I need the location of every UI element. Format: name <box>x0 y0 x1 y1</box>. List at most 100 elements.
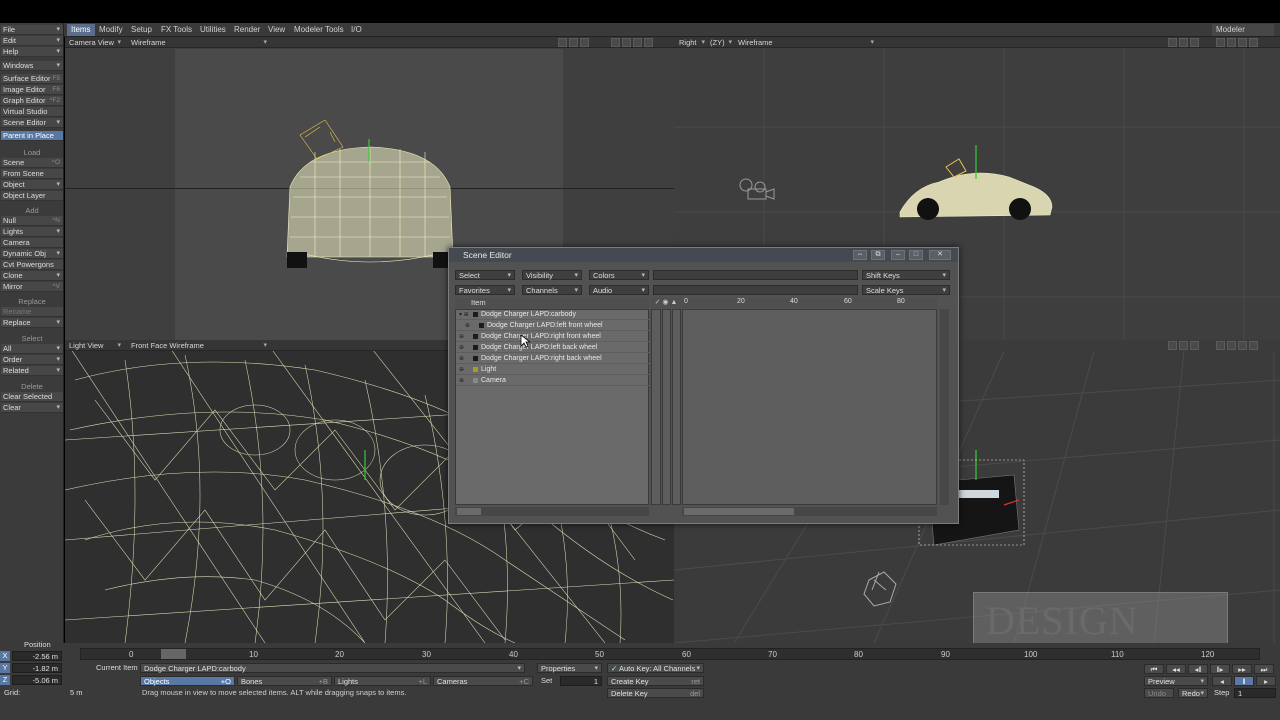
dopesheet-area[interactable] <box>682 309 937 505</box>
scene-editor-titlebar[interactable]: Scene Editor ⇔ ⧉ – □ ✕ <box>449 248 958 262</box>
move-view-icon[interactable] <box>1216 38 1225 47</box>
replace-button[interactable]: Replace <box>1 318 63 328</box>
select-order-button[interactable]: Order <box>1 355 63 365</box>
lock-column[interactable] <box>672 309 681 505</box>
tab-io[interactable]: I/O <box>347 24 366 36</box>
delete-key-button[interactable]: Delete Key del <box>607 688 704 698</box>
view-type-dropdown-light[interactable]: Light View <box>67 341 123 350</box>
frame-icon[interactable] <box>1190 341 1199 350</box>
scale-keys-dropdown[interactable]: Scale Keys <box>862 285 950 296</box>
tab-setup[interactable]: Setup <box>127 24 156 36</box>
cvt-powergons-button[interactable]: Cvt Powergons <box>1 260 63 270</box>
eye-icon[interactable] <box>1168 341 1177 350</box>
tab-utilities[interactable]: Utilities <box>196 24 230 36</box>
item-column-header[interactable]: Item <box>455 298 649 308</box>
checkbox-icon[interactable]: ✓ <box>611 664 619 673</box>
scroll-thumb[interactable] <box>457 508 481 515</box>
modeler-button[interactable]: Modeler <box>1212 24 1274 36</box>
render-mode-dropdown[interactable]: Wireframe <box>129 38 269 47</box>
from-scene-button[interactable]: From Scene <box>1 169 63 179</box>
dynamic-obj-button[interactable]: Dynamic Obj <box>1 249 63 259</box>
frame-slider-thumb[interactable] <box>161 649 186 659</box>
move-view-icon[interactable] <box>611 38 620 47</box>
frame-icon[interactable] <box>1190 38 1199 47</box>
lights-button[interactable]: Lights +L <box>334 676 431 686</box>
position-y-field[interactable]: -1.82 m <box>12 663 62 673</box>
list-item[interactable]: ⊕ Dodge Charger LAPD:right back wheel <box>456 354 650 364</box>
zoom-view-icon[interactable] <box>1238 38 1247 47</box>
clear-selected-button[interactable]: Clear Selected <box>1 392 63 402</box>
eye-icon[interactable] <box>1168 38 1177 47</box>
object-layer-button[interactable]: Object Layer <box>1 191 63 201</box>
detach-icon[interactable]: ⧉ <box>871 250 885 260</box>
bones-button[interactable]: Bones +B <box>237 676 332 686</box>
audio-dropdown[interactable]: Audio <box>589 285 649 296</box>
play-icon[interactable]: ▸ <box>1256 676 1276 686</box>
pause-icon[interactable]: ‖ <box>1234 676 1254 686</box>
timeline-horizontal-scrollbar[interactable] <box>682 507 937 516</box>
list-item[interactable]: ⊕ Dodge Charger LAPD:left back wheel <box>456 343 650 353</box>
position-z-field[interactable]: -5.06 m <box>12 675 62 685</box>
scene-editor-button[interactable]: Scene Editor <box>1 118 63 128</box>
list-item[interactable]: ⊕ Light <box>456 365 650 375</box>
add-camera-button[interactable]: Camera <box>1 238 63 248</box>
expand-icon[interactable]: ⊕ <box>459 376 464 386</box>
list-icon[interactable] <box>1179 341 1188 350</box>
view-type-dropdown[interactable]: Camera View <box>67 38 123 47</box>
prev-frame-icon[interactable]: ◂‖ <box>1188 664 1208 674</box>
key-field-2[interactable] <box>653 285 858 295</box>
expand-icon[interactable]: ⊕ <box>465 321 470 331</box>
scene-item-list[interactable]: ▾ ⊕ Dodge Charger LAPD:carbody ⊕ Dodge Cha… <box>455 309 650 505</box>
close-icon[interactable]: ✕ <box>929 250 951 260</box>
shift-keys-dropdown[interactable]: Shift Keys <box>862 270 950 281</box>
vertical-scrollbar[interactable] <box>940 309 949 505</box>
clone-button[interactable]: Clone <box>1 271 63 281</box>
undo-button[interactable]: Undo <box>1144 688 1174 698</box>
list-icon[interactable] <box>1179 38 1188 47</box>
key-field[interactable] <box>653 270 858 280</box>
zoom-view-icon[interactable] <box>1238 341 1247 350</box>
maximize-view-icon[interactable] <box>644 38 653 47</box>
auto-key-dropdown[interactable]: ✓ Auto Key: All Channels <box>607 663 704 674</box>
render-mode-dropdown-right[interactable]: Wireframe <box>736 38 876 47</box>
image-editor-button[interactable]: Image Editor F6 <box>1 85 63 95</box>
frame-ruler[interactable]: 0 10 20 30 40 50 60 70 80 90 100 110 120 <box>80 648 1260 660</box>
maximize-icon[interactable]: □ <box>909 250 923 260</box>
render-mode-dropdown-light[interactable]: Front Face Wireframe <box>129 341 269 350</box>
visibility-dropdown[interactable]: Visibility <box>522 270 582 281</box>
position-x-field[interactable]: -2.56 m <box>12 651 62 661</box>
current-item-dropdown[interactable]: Dodge Charger LAPD:carbody <box>140 663 525 674</box>
lock-icon[interactable] <box>558 38 567 47</box>
edit-menu[interactable]: Edit <box>1 36 63 46</box>
step-field[interactable]: 1 <box>1234 688 1276 698</box>
list-item[interactable]: ⊕ Dodge Charger LAPD:right front wheel <box>456 332 650 342</box>
prev-key-icon[interactable]: ◂◂ <box>1166 664 1186 674</box>
tab-modeler-tools[interactable]: Modeler Tools <box>290 24 348 36</box>
minimize-icon[interactable]: – <box>891 250 905 260</box>
redo-button[interactable]: Redo <box>1178 688 1208 699</box>
expand-icon[interactable]: ▾ ⊕ <box>459 310 469 320</box>
go-start-icon[interactable]: ⏮ <box>1144 664 1164 674</box>
grid-icon[interactable] <box>569 38 578 47</box>
list-item[interactable]: ⊕ Dodge Charger LAPD:left front wheel <box>456 321 650 331</box>
cameras-button[interactable]: Cameras +C <box>433 676 533 686</box>
rotate-view-icon[interactable] <box>1227 341 1236 350</box>
frame-icon[interactable] <box>580 38 589 47</box>
rotate-view-icon[interactable] <box>622 38 631 47</box>
maximize-view-icon[interactable] <box>1249 341 1258 350</box>
move-view-icon[interactable] <box>1216 341 1225 350</box>
favorites-dropdown[interactable]: Favorites <box>455 285 515 296</box>
next-frame-icon[interactable]: ‖▸ <box>1210 664 1230 674</box>
set-field[interactable]: 1 <box>560 676 602 686</box>
properties-button[interactable]: Properties <box>537 663 602 674</box>
select-all-button[interactable]: All <box>1 344 63 354</box>
zoom-view-icon[interactable] <box>633 38 642 47</box>
objects-button[interactable]: Objects +O <box>140 676 235 686</box>
clear-button[interactable]: Clear <box>1 403 63 413</box>
load-scene-button[interactable]: Scene ^O <box>1 158 63 168</box>
rename-button[interactable]: Rename <box>1 307 63 317</box>
surface-editor-button[interactable]: Surface Editor F5 <box>1 74 63 84</box>
add-lights-button[interactable]: Lights <box>1 227 63 237</box>
mirror-button[interactable]: Mirror ^V <box>1 282 63 292</box>
tab-modify[interactable]: Modify <box>95 24 127 36</box>
